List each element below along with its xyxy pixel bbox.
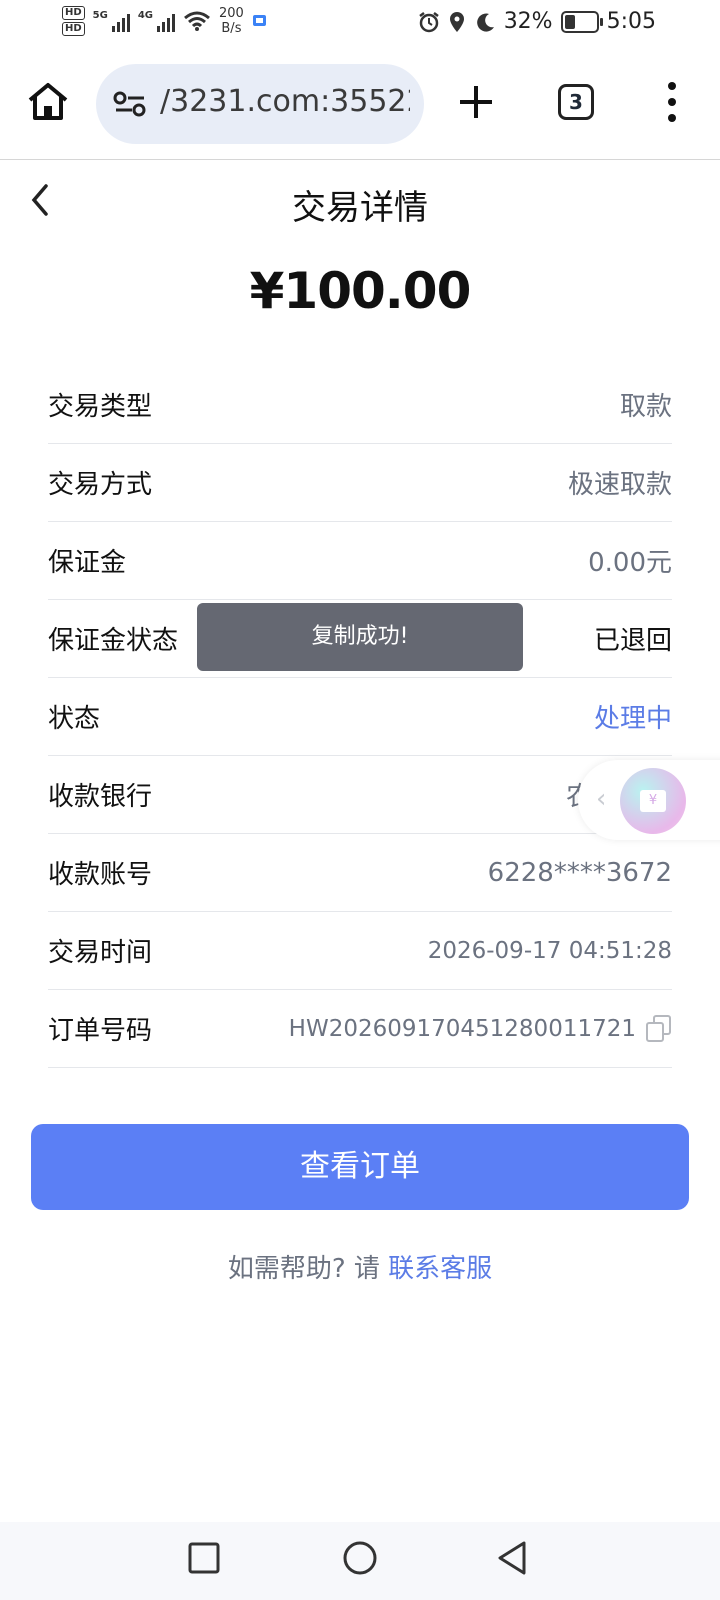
wifi-icon xyxy=(184,11,210,31)
row-label: 状态 xyxy=(48,704,101,734)
row-value: 极速取款 xyxy=(567,470,672,500)
row-value: 2026-09-17 04:51:28 xyxy=(427,937,672,964)
view-order-button[interactable]: 查看订单 xyxy=(31,1124,689,1210)
copy-icon[interactable] xyxy=(646,1014,672,1043)
back-nav-icon[interactable] xyxy=(492,1538,532,1578)
clock: 5:05 xyxy=(606,9,656,34)
detail-row-type: 交易类型 取款 xyxy=(48,366,672,444)
tab-switcher-button[interactable]: 3 xyxy=(558,84,594,120)
app-notification-icon xyxy=(252,15,266,26)
new-tab-icon[interactable] xyxy=(456,82,496,122)
system-nav-bar xyxy=(0,1522,720,1600)
order-number-text: HW20260917045128001172​1 xyxy=(288,1015,636,1042)
site-settings-icon[interactable] xyxy=(112,88,148,120)
row-label: 交易类型 xyxy=(48,392,153,422)
detail-row-deposit: 保证金 0.00元 xyxy=(48,522,672,600)
url-text[interactable]: /3231.com:35522 xyxy=(160,84,410,119)
row-value: 6228****3672 xyxy=(487,857,672,888)
row-label: 订单号码 xyxy=(48,1016,153,1046)
transaction-amount: ¥100.00 xyxy=(249,262,472,320)
battery-icon xyxy=(560,10,603,33)
recents-icon[interactable] xyxy=(184,1538,224,1578)
copy-success-toast: 复制成功! xyxy=(197,603,523,671)
currency-icon: ¥ xyxy=(640,790,666,812)
detail-row-time: 交易时间 2026-09-17 04:51:28 xyxy=(48,912,672,990)
transaction-details: 交易类型 取款 交易方式 极速取款 保证金 0.00元 保证金状态 已退回 状态… xyxy=(48,366,672,1068)
row-label: 保证金 xyxy=(48,548,127,578)
hd-badge: HD xyxy=(62,6,85,20)
row-value: 0.00元 xyxy=(588,548,672,578)
location-icon xyxy=(449,11,464,32)
wallet-ball-icon[interactable]: ¥ xyxy=(620,768,686,834)
status-bar: HD HD 5G 4G 200 B/s 32% 5:05 xyxy=(0,0,720,50)
page-title: 交易详情 xyxy=(292,188,428,228)
status-value: 处理中 xyxy=(593,704,672,734)
moon-icon xyxy=(476,13,494,32)
row-value: 取款 xyxy=(619,392,672,422)
more-menu-icon[interactable] xyxy=(664,80,680,124)
detail-row-account: 收款账号 6228****3672 xyxy=(48,834,672,912)
contact-support-link[interactable]: 联系客服 xyxy=(388,1254,492,1284)
help-text: 如需帮助? 请 联系客服 xyxy=(0,1248,720,1285)
row-value: 已退回 xyxy=(593,626,672,656)
chevron-left-icon[interactable]: ‹ xyxy=(596,784,606,814)
row-label: 收款银行 xyxy=(48,782,153,812)
browser-toolbar: /3231.com:35522 3 xyxy=(0,60,720,160)
signal-5g-icon: 5G xyxy=(93,10,130,32)
detail-row-method: 交易方式 极速取款 xyxy=(48,444,672,522)
detail-row-status: 状态 处理中 xyxy=(48,678,672,756)
hd-indicators: HD HD xyxy=(62,6,85,36)
battery-percent: 32% xyxy=(503,9,553,34)
home-nav-icon[interactable] xyxy=(340,1538,380,1578)
help-prefix: 如需帮助? 请 xyxy=(227,1254,380,1284)
network-speed: 200 B/s xyxy=(219,6,244,36)
row-label: 保证金状态 xyxy=(48,626,179,656)
alarm-icon xyxy=(418,11,439,32)
row-label: 收款账号 xyxy=(48,860,153,890)
row-label: 交易方式 xyxy=(48,470,153,500)
detail-row-order-number: 订单号码 HW20260917045128001172​1 xyxy=(48,990,672,1068)
hd-badge: HD xyxy=(62,22,85,36)
order-number-value: HW20260917045128001172​1 xyxy=(288,1014,672,1043)
floating-service-widget[interactable]: ‹ ¥ xyxy=(578,760,720,840)
address-bar[interactable]: /3231.com:35522 xyxy=(96,64,424,144)
row-label: 交易时间 xyxy=(48,938,153,968)
signal-4g-icon: 4G xyxy=(138,10,176,32)
home-icon[interactable] xyxy=(26,80,70,124)
